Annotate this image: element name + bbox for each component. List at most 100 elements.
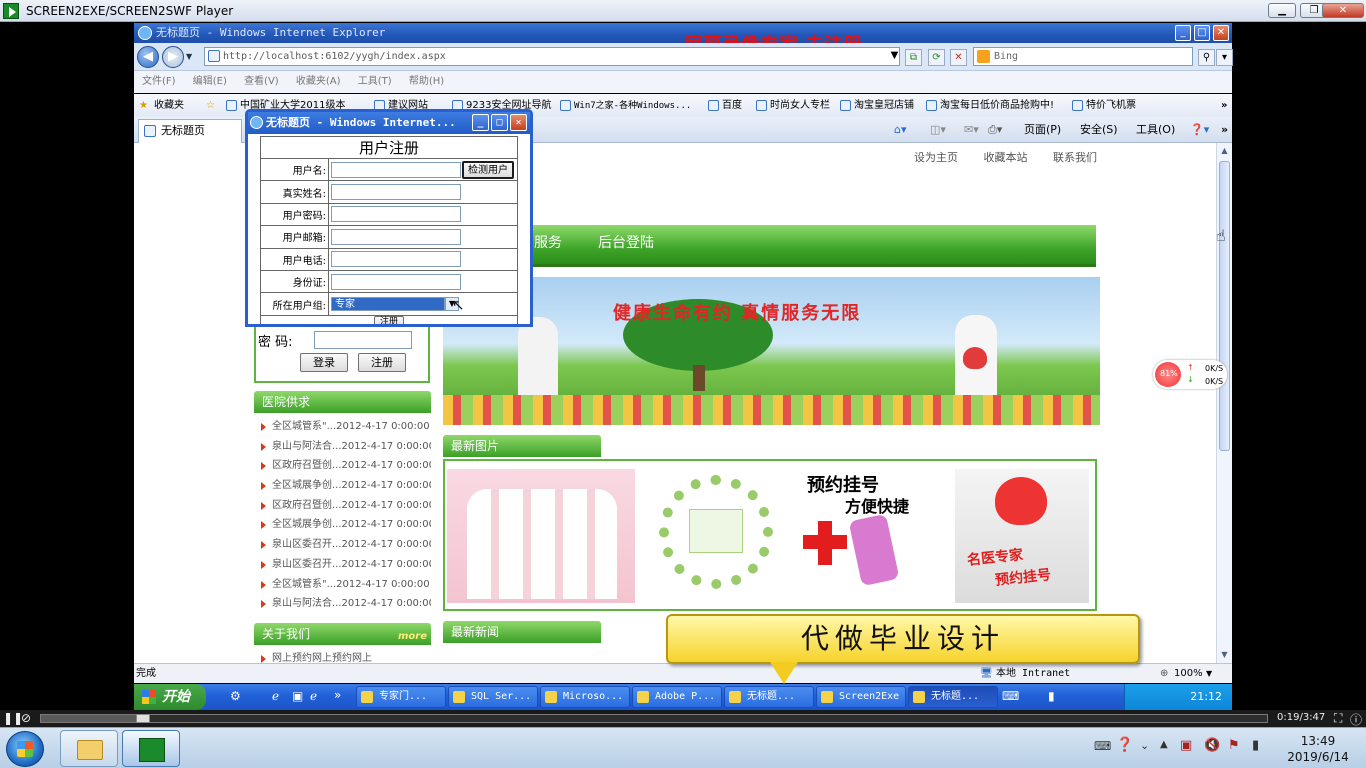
battery-icon[interactable]: ▮: [1048, 689, 1055, 703]
quicklaunch-overflow-icon[interactable]: »: [334, 688, 341, 702]
explorer-launch-icon[interactable]: ▣: [292, 689, 303, 703]
forward-button[interactable]: ▶: [162, 46, 184, 68]
ie-maximize-button[interactable]: □: [1194, 25, 1210, 41]
add-favorite-icon[interactable]: ☆: [206, 94, 215, 117]
menu-favorites[interactable]: 收藏夹(A): [296, 71, 341, 93]
promo-popup[interactable]: 代做毕业设计: [666, 614, 1140, 664]
address-input[interactable]: http://localhost:6102/yygh/index.aspx: [204, 47, 900, 66]
menu-tools[interactable]: 工具(T): [358, 71, 392, 93]
list-item[interactable]: 区政府召暨创...2012-4-17 0:00:00: [254, 456, 431, 476]
feeds-icon[interactable]: ◫▾: [930, 117, 946, 143]
nurses-photo[interactable]: [447, 469, 635, 603]
tray-app-icon[interactable]: ▣: [1180, 738, 1192, 753]
set-homepage-link[interactable]: 设为主页: [914, 151, 958, 164]
password-input[interactable]: [314, 331, 412, 349]
show-hidden-icons[interactable]: ▲: [1160, 739, 1168, 750]
check-user-button[interactable]: 检测用户: [462, 160, 514, 179]
search-options-icon[interactable]: ▾: [1216, 49, 1233, 66]
tools-menu[interactable]: 工具(O): [1136, 117, 1175, 143]
username-input[interactable]: [331, 161, 461, 178]
ie2-launch-icon[interactable]: ℯ: [310, 689, 317, 703]
nav-service[interactable]: 服务: [534, 225, 562, 261]
favorites-button[interactable]: 收藏夹: [154, 94, 184, 117]
bookmark-site-link[interactable]: 收藏本站: [984, 151, 1028, 164]
task-sql[interactable]: SQL Ser...: [448, 686, 538, 708]
tray-options-icon[interactable]: ⌄: [1140, 739, 1149, 752]
dialog-minimize-button[interactable]: _: [472, 114, 489, 131]
ie-launch-icon[interactable]: ℯ: [272, 689, 279, 703]
nav-admin-login[interactable]: 后台登陆: [598, 225, 654, 261]
commands-overflow-icon[interactable]: »: [1221, 117, 1228, 143]
zoom-level[interactable]: 100%: [1174, 664, 1203, 683]
fav-item-6[interactable]: 淘宝皇冠店铺: [840, 94, 914, 117]
contact-us-link[interactable]: 联系我们: [1053, 151, 1097, 164]
process-photo[interactable]: [645, 469, 785, 603]
flag-icon[interactable]: ⚑: [1228, 738, 1240, 753]
list-item[interactable]: 泉山区委召开...2012-4-17 0:00:00: [254, 555, 431, 575]
scroll-down-icon[interactable]: ▼: [1217, 647, 1232, 662]
task-ie-2[interactable]: 无标题...: [908, 686, 998, 708]
print-icon[interactable]: ⎙▾: [988, 117, 1002, 143]
expert-photo[interactable]: 名医专家 预约挂号: [955, 469, 1089, 603]
help-icon[interactable]: ❓▾: [1190, 117, 1209, 143]
fav-item-7[interactable]: 淘宝每日低价商品抢购中!: [926, 94, 1054, 117]
dialog-close-button[interactable]: ✕: [510, 114, 527, 131]
list-item[interactable]: 全区城管系"...2012-4-17 0:00:00: [254, 417, 431, 437]
dialog-maximize-button[interactable]: □: [491, 114, 508, 131]
back-button[interactable]: ◀: [137, 46, 159, 68]
fav-item-3[interactable]: Win7之家-各种Windows...: [560, 94, 691, 117]
about-more-link[interactable]: more: [398, 626, 427, 648]
seek-handle[interactable]: [135, 714, 150, 723]
network-icon[interactable]: ▮: [1252, 738, 1259, 753]
compat-view-icon[interactable]: ⧉: [905, 49, 922, 66]
realname-input[interactable]: [331, 184, 461, 201]
task-ie-1[interactable]: 无标题...: [724, 686, 814, 708]
tab-untitled[interactable]: 无标题页: [138, 119, 242, 143]
task-expert[interactable]: 专家门...: [356, 686, 446, 708]
menu-edit[interactable]: 编辑(E): [193, 71, 227, 93]
search-input[interactable]: Bing: [973, 47, 1193, 66]
quicklaunch-icon[interactable]: ⚙: [230, 689, 241, 703]
fav-item-5[interactable]: 时尚女人专栏: [756, 94, 830, 117]
vertical-scrollbar[interactable]: ▲ ▼: [1216, 143, 1232, 663]
ie-minimize-button[interactable]: _: [1175, 25, 1191, 41]
login-button[interactable]: 登录: [300, 353, 348, 372]
explorer-taskbar-button[interactable]: [60, 730, 118, 767]
list-item[interactable]: 泉山与阿法合...2012-4-17 0:00:00: [254, 594, 431, 614]
safety-menu[interactable]: 安全(S): [1080, 117, 1118, 143]
list-item[interactable]: 全区城展争创...2012-4-17 0:00:00: [254, 476, 431, 496]
list-item[interactable]: 全区城展争创...2012-4-17 0:00:00: [254, 515, 431, 535]
start-button[interactable]: 开始: [134, 684, 206, 710]
list-item[interactable]: 网上预约网上预约网上: [254, 649, 431, 663]
fav-item-4[interactable]: 百度: [708, 94, 742, 117]
home-icon[interactable]: ⌂▾: [894, 117, 907, 143]
fav-item-8[interactable]: 特价飞机票: [1072, 94, 1136, 117]
email-field[interactable]: [331, 228, 461, 245]
refresh-icon[interactable]: ⟳: [928, 49, 945, 66]
seek-bar[interactable]: [40, 714, 1268, 723]
list-item[interactable]: 泉山区委召开...2012-4-17 0:00:00: [254, 535, 431, 555]
list-item[interactable]: 区政府召暨创...2012-4-17 0:00:00: [254, 496, 431, 516]
close-button[interactable]: ✕: [1322, 3, 1364, 18]
phone-field[interactable]: [331, 251, 461, 268]
info-icon[interactable]: ⓘ: [1350, 711, 1362, 728]
minimize-button[interactable]: ▁: [1268, 3, 1296, 18]
history-dropdown-icon[interactable]: ▼: [186, 52, 192, 61]
submit-register-button[interactable]: 注册: [374, 316, 404, 324]
player-taskbar-button[interactable]: [122, 730, 180, 767]
password-field[interactable]: [331, 206, 461, 223]
scroll-thumb[interactable]: [1219, 161, 1230, 451]
group-select[interactable]: 专家: [331, 297, 445, 312]
menu-view[interactable]: 查看(V): [244, 71, 279, 93]
menu-file[interactable]: 文件(F): [142, 71, 176, 93]
search-icon[interactable]: ⚲: [1198, 49, 1215, 66]
list-item[interactable]: 泉山与阿法合...2012-4-17 0:00:00: [254, 437, 431, 457]
ie-close-button[interactable]: ✕: [1213, 25, 1229, 41]
appointment-photo[interactable]: 预约挂号 方便快捷: [797, 469, 953, 603]
favorites-star-icon[interactable]: ★: [139, 94, 148, 117]
list-item[interactable]: 全区城管系"...2012-4-17 0:00:00: [254, 575, 431, 595]
start-orb-icon[interactable]: [6, 731, 44, 767]
page-menu[interactable]: 页面(P): [1024, 117, 1061, 143]
keyboard-icon[interactable]: ⌨: [1002, 689, 1019, 703]
scroll-up-icon[interactable]: ▲: [1217, 143, 1232, 158]
